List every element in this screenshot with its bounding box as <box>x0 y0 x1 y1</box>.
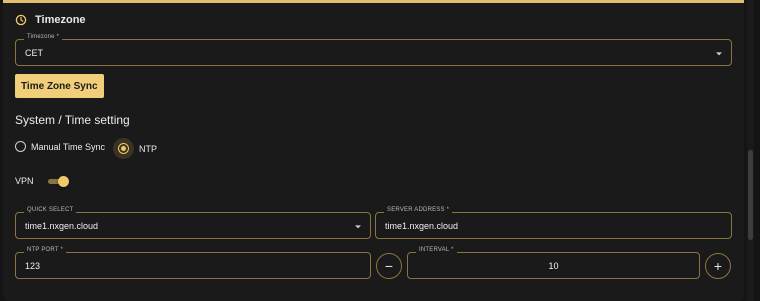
plus-icon: + <box>713 258 723 274</box>
vpn-toggle[interactable] <box>46 176 69 187</box>
quick-select-value: time1.nxgen.cloud <box>25 220 99 231</box>
interval-decrement-button[interactable]: − <box>376 253 402 279</box>
chevron-down-icon[interactable] <box>716 51 722 55</box>
server-address-value: time1.nxgen.cloud <box>385 220 459 231</box>
section-title: Timezone <box>35 14 86 26</box>
radio-ntp-label: NTP <box>139 143 157 154</box>
panel-accent-bar <box>3 0 744 3</box>
server-address-label: SERVER ADDRESS * <box>384 207 453 213</box>
clock-icon <box>15 14 27 26</box>
radio-manual-time-sync[interactable]: Manual Time Sync <box>15 141 105 152</box>
interval-increment-button[interactable]: + <box>705 253 731 279</box>
toggle-thumb[interactable] <box>58 176 69 187</box>
radio-checked-ring[interactable] <box>113 138 134 159</box>
server-address-input[interactable]: SERVER ADDRESS * time1.nxgen.cloud <box>375 207 732 239</box>
system-time-heading: System / Time setting <box>15 113 130 127</box>
interval-input[interactable]: INTERVAL * 10 <box>407 247 700 279</box>
radio-manual-label: Manual Time Sync <box>31 141 106 152</box>
section-header: Timezone <box>15 14 86 26</box>
ntp-port-input[interactable]: NTP PORT * 123 <box>15 247 371 279</box>
radio-unchecked-icon[interactable] <box>15 141 26 152</box>
time-zone-sync-button[interactable]: Time Zone Sync <box>15 74 104 98</box>
quick-select-label: QUICK SELECT <box>24 207 77 213</box>
radio-checked-icon[interactable] <box>118 143 129 154</box>
vpn-label: VPN <box>15 176 34 186</box>
chevron-down-icon[interactable] <box>355 224 361 228</box>
timezone-select[interactable]: Timezone * CET <box>15 34 732 66</box>
radio-ntp[interactable]: NTP <box>113 138 157 159</box>
timezone-panel: Timezone Timezone * CET Time Zone Sync S… <box>3 0 744 301</box>
quick-select-dropdown[interactable]: QUICK SELECT time1.nxgen.cloud <box>15 207 371 239</box>
interval-value: 10 <box>548 260 559 271</box>
timezone-value: CET <box>25 47 43 58</box>
vertical-scrollbar[interactable] <box>747 0 754 301</box>
interval-label: INTERVAL * <box>416 247 457 253</box>
ntp-port-label: NTP PORT * <box>24 247 67 253</box>
ntp-port-value: 123 <box>25 260 41 271</box>
timezone-label: Timezone * <box>24 34 63 40</box>
scrollbar-thumb[interactable] <box>748 150 753 240</box>
minus-icon: − <box>384 258 394 274</box>
